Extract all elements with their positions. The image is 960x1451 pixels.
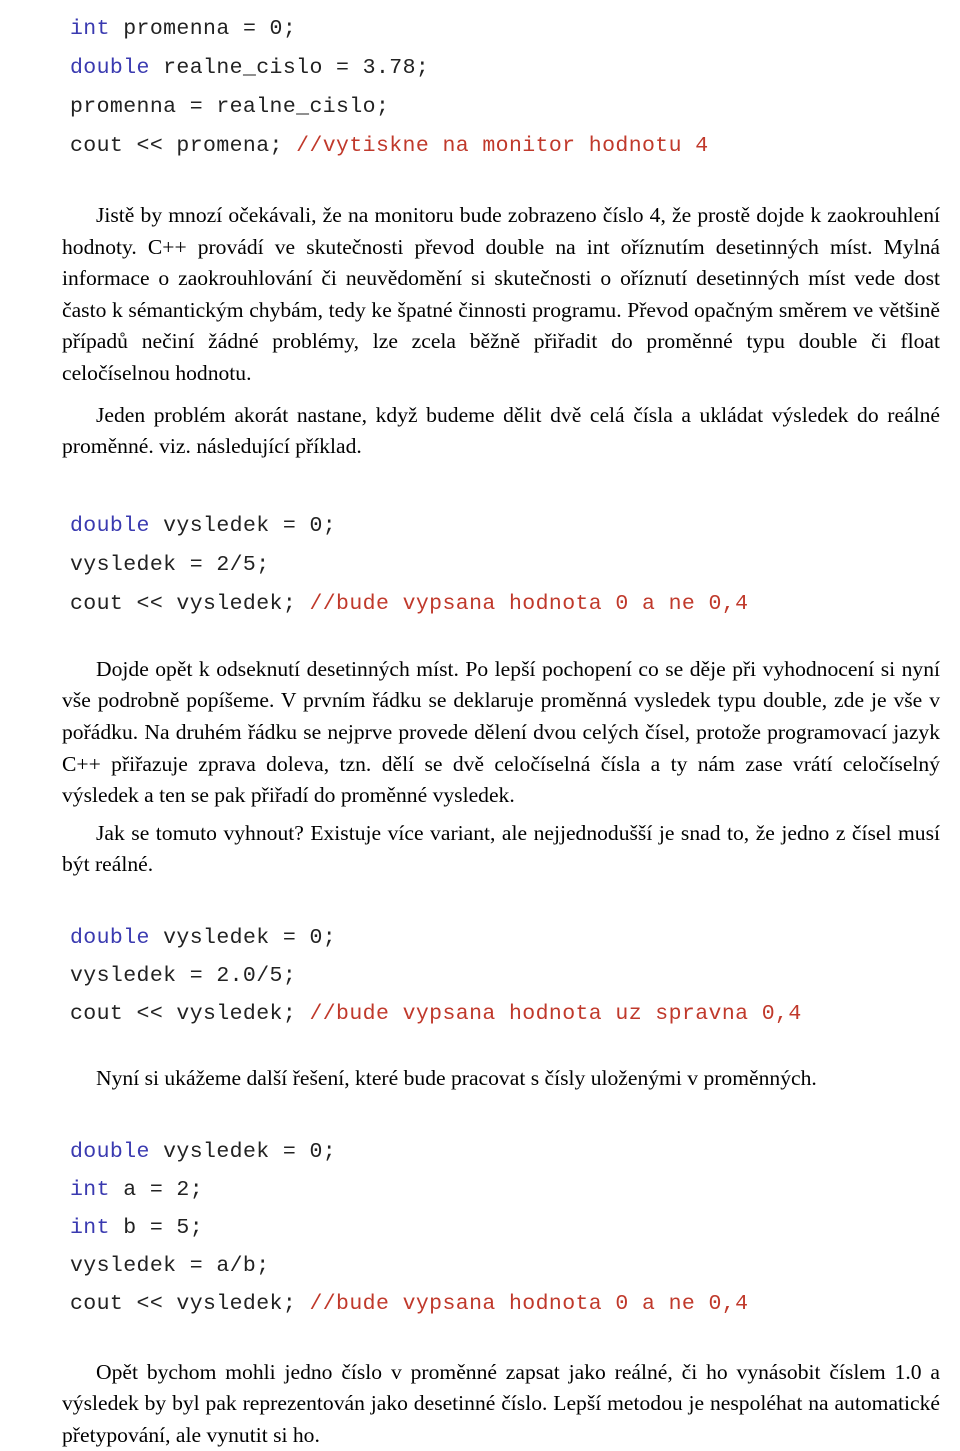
code-line: double realne_cislo = 3.78; — [70, 49, 960, 88]
code-line: int b = 5; — [70, 1209, 960, 1247]
paragraph-division-problem: Jeden problém akorát nastane, když budem… — [0, 400, 960, 463]
code-text: vysledek = 2/5; — [70, 553, 270, 577]
code-line: cout << vysledek; //bude vypsana hodnota… — [70, 1285, 960, 1323]
code-comment: //bude vypsana hodnota 0 a ne 0,4 — [309, 592, 748, 616]
code-keyword: int — [70, 1216, 110, 1240]
spacer — [0, 463, 960, 507]
code-line: double vysledek = 0; — [70, 1133, 960, 1171]
spacer — [0, 0, 960, 10]
code-line: vysledek = 2.0/5; — [70, 957, 960, 995]
code-block-3: double vysledek = 0; vysledek = 2.0/5; cou… — [0, 919, 960, 1033]
paragraph-intro-conversion: Jistě by mnozí očekávali, že na monitoru… — [0, 200, 960, 390]
spacer — [0, 390, 960, 400]
code-text: realne_cislo = 3.78; — [150, 56, 429, 80]
spacer — [0, 1033, 960, 1063]
code-comment: //vytiskne na monitor hodnotu 4 — [296, 134, 708, 158]
paragraph-how-to-avoid: Jak se tomuto vyhnout? Existuje více var… — [0, 818, 960, 881]
code-block-4: double vysledek = 0;int a = 2;int b = 5;… — [0, 1133, 960, 1323]
code-line: double vysledek = 0; — [70, 919, 960, 957]
code-text: promenna = realne_cislo; — [70, 95, 389, 119]
code-line: int a = 2; — [70, 1171, 960, 1209]
code-text: cout << vysledek; — [70, 1002, 309, 1026]
code-text: b = 5; — [110, 1216, 203, 1240]
code-text: a = 2; — [110, 1178, 203, 1202]
code-text: vysledek = 0; — [150, 926, 336, 950]
document-page: int promenna = 0;double realne_cislo = 3… — [0, 0, 960, 1396]
code-line: vysledek = 2/5; — [70, 546, 960, 585]
spacer — [0, 624, 960, 654]
code-text: cout << vysledek; — [70, 1292, 309, 1316]
spacer — [0, 1323, 960, 1357]
code-line: int promenna = 0; — [70, 10, 960, 49]
code-text: cout << promena; — [70, 134, 296, 158]
code-line: cout << vysledek; //bude vypsana hodnota… — [70, 585, 960, 624]
paragraph-explanation: Dojde opět k odseknutí desetinných míst.… — [0, 654, 960, 812]
code-text: vysledek = 2.0/5; — [70, 964, 296, 988]
code-keyword: int — [70, 17, 110, 41]
code-text: promenna = 0; — [110, 17, 296, 41]
code-keyword: double — [70, 926, 150, 950]
code-line: double vysledek = 0; — [70, 507, 960, 546]
spacer — [0, 166, 960, 200]
code-text: cout << vysledek; — [70, 592, 309, 616]
code-line: cout << promena; //vytiskne na monitor h… — [70, 127, 960, 166]
code-text: vysledek = 0; — [150, 1140, 336, 1164]
code-line: cout << vysledek; //bude vypsana hodnota… — [70, 995, 960, 1033]
paragraph-next-solution: Nyní si ukážeme další řešení, které bude… — [0, 1063, 960, 1095]
code-keyword: double — [70, 56, 150, 80]
code-comment: //bude vypsana hodnota 0 a ne 0,4 — [309, 1292, 748, 1316]
code-keyword: int — [70, 1178, 110, 1202]
code-comment: //bude vypsana hodnota uz spravna 0,4 — [309, 1002, 801, 1026]
paragraph-closing: Opět bychom mohli jedno číslo v proměnné… — [0, 1357, 960, 1451]
spacer — [0, 881, 960, 919]
code-text: vysledek = 0; — [150, 514, 336, 538]
code-block-2: double vysledek = 0; vysledek = 2/5; cout … — [0, 507, 960, 624]
code-line: vysledek = a/b; — [70, 1247, 960, 1285]
code-line: promenna = realne_cislo; — [70, 88, 960, 127]
code-text: vysledek = a/b; — [70, 1254, 270, 1278]
spacer — [0, 1095, 960, 1133]
code-block-1: int promenna = 0;double realne_cislo = 3… — [0, 10, 960, 166]
code-keyword: double — [70, 514, 150, 538]
code-keyword: double — [70, 1140, 150, 1164]
